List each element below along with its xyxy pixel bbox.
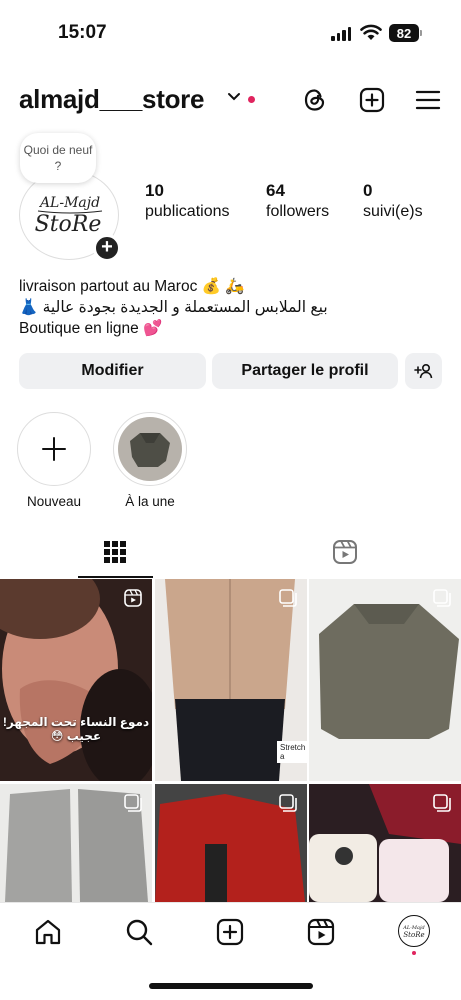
share-profile-button[interactable]: Partager le profil [212, 353, 398, 389]
note-bubble[interactable]: Quoi de neuf ? [20, 133, 96, 183]
stat-label: followers [266, 203, 330, 220]
profile-bio: livraison partout au Maroc 💰 🛵 بيع الملا… [19, 276, 449, 339]
sweater-thumbnail [130, 433, 170, 467]
svg-text:StoRe: StoRe [403, 931, 424, 939]
home-icon[interactable] [34, 918, 62, 946]
stat-publications[interactable]: 10 publications [145, 181, 230, 221]
username[interactable]: almajd___store [19, 84, 204, 115]
reels-icon[interactable] [307, 918, 335, 946]
post-tile[interactable] [309, 579, 461, 781]
suggest-people-button[interactable] [405, 353, 442, 389]
carousel-badge-icon [433, 589, 451, 607]
highlight-label: Nouveau [26, 494, 82, 509]
post-tile[interactable]: دموع النساء تحت المجهر! عجيب 😳 [0, 579, 152, 781]
stat-value: 10 [145, 181, 164, 200]
carousel-badge-icon [279, 589, 297, 607]
reel-badge-icon [124, 589, 142, 607]
stat-value: 0 [363, 181, 373, 200]
profile-avatar[interactable]: AL-Majd StoRe + [19, 170, 121, 262]
avatar-text-1: AL-Majd [38, 195, 100, 211]
status-time: 15:07 [58, 22, 107, 43]
search-icon[interactable] [125, 918, 153, 946]
wifi-icon [360, 24, 382, 40]
battery-tip [420, 30, 422, 36]
bio-line: Boutique en ligne 💕 [19, 320, 163, 337]
bio-line: بيع الملابس المستعملة و الجديدة بجودة عا… [19, 299, 328, 316]
add-person-icon [413, 363, 432, 379]
stat-following[interactable]: 0 suivi(e)s [363, 181, 423, 221]
content-tabs [0, 532, 461, 578]
stat-followers[interactable]: 64 followers [266, 181, 329, 221]
profile-notification-dot [412, 951, 416, 955]
carousel-badge-icon [124, 794, 142, 812]
active-tab-indicator [78, 576, 153, 578]
battery-icon: 82 [389, 24, 419, 42]
stretch-tag: Stretch a [277, 741, 307, 763]
status-bar: 15:07 82 [0, 0, 461, 64]
carousel-badge-icon [433, 794, 451, 812]
post-tile[interactable]: Stretch a [155, 579, 307, 781]
add-story-badge[interactable]: + [93, 234, 121, 262]
threads-icon[interactable] [301, 86, 329, 114]
bio-line: livraison partout au Maroc 💰 🛵 [19, 278, 245, 295]
post-image [309, 579, 461, 781]
avatar-text-2: StoRe [35, 212, 102, 237]
highlight-new[interactable]: Nouveau [16, 412, 92, 509]
stat-value: 64 [266, 181, 285, 200]
profile-header: almajd___store [0, 78, 461, 122]
profile-icon[interactable]: AL-Majd StoRe [398, 915, 430, 947]
home-indicator [149, 983, 313, 989]
signal-icon [331, 27, 351, 41]
highlight-label: À la une [125, 494, 175, 509]
notification-dot [248, 96, 255, 103]
grid-icon[interactable] [103, 540, 127, 564]
edit-profile-button[interactable]: Modifier [19, 353, 206, 389]
stat-label: publications [145, 203, 230, 220]
highlight-featured[interactable]: À la une [112, 412, 188, 509]
highlight-new-circle [17, 412, 91, 486]
stat-label: suivi(e)s [363, 203, 423, 220]
create-icon[interactable] [358, 86, 386, 114]
highlight-featured-circle [113, 412, 187, 486]
post-overlay-text: دموع النساء تحت المجهر! عجيب 😳 [2, 715, 150, 743]
menu-icon[interactable] [415, 86, 441, 114]
carousel-badge-icon [279, 794, 297, 812]
reels-tab-icon[interactable] [332, 539, 358, 565]
profile-thumb: AL-Majd StoRe [402, 925, 424, 939]
chevron-down-icon[interactable] [227, 92, 241, 102]
new-post-icon[interactable] [216, 918, 244, 946]
plus-icon [42, 437, 66, 461]
post-image [0, 579, 152, 781]
